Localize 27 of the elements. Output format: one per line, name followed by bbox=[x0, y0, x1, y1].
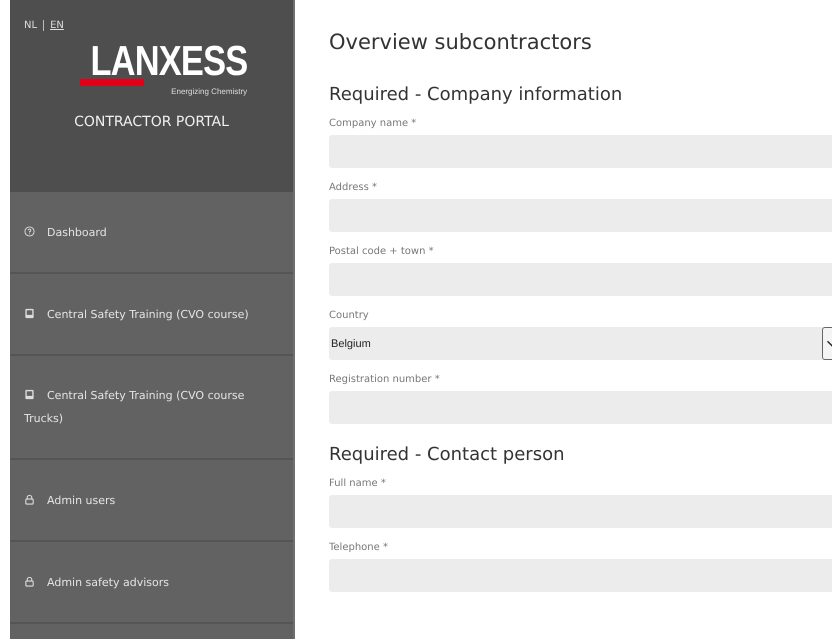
field-label: Address * bbox=[329, 182, 378, 193]
field-label: Telephone * bbox=[329, 542, 389, 553]
lock-icon bbox=[24, 576, 35, 586]
section-heading: Required - Contact person bbox=[329, 444, 566, 465]
field-label: Postal code + town * bbox=[329, 246, 435, 257]
field-label: Company name * bbox=[329, 118, 418, 129]
sidebar-item[interactable]: Dashboard bbox=[10, 192, 293, 274]
field-label: Country bbox=[329, 310, 370, 321]
language-link[interactable]: EN bbox=[50, 20, 64, 31]
portal-title: CONTRACTOR PORTAL bbox=[74, 114, 229, 130]
logo-bar bbox=[80, 79, 144, 86]
country-select[interactable]: Belgium bbox=[329, 327, 832, 360]
section-heading: Required - Company information bbox=[329, 84, 624, 105]
book-icon bbox=[24, 308, 35, 318]
lock-icon bbox=[24, 494, 35, 504]
sidebar-item[interactable]: Central Safety Training (CVO course) bbox=[10, 274, 293, 356]
field-label: Registration number * bbox=[329, 374, 441, 385]
language-link[interactable]: NL bbox=[24, 20, 38, 31]
sidebar-item[interactable]: Admin users bbox=[10, 460, 293, 542]
logo-wordmark: LANXESS bbox=[90, 41, 248, 81]
page-title: Overview subcontractors bbox=[329, 30, 593, 54]
help-icon bbox=[24, 226, 35, 236]
logo-tagline: Energizing Chemistry bbox=[171, 87, 248, 96]
sidebar-item[interactable]: Admin safety advisors bbox=[10, 542, 293, 624]
sidebar-item[interactable]: Central Safety Training (CVO course Trucks) bbox=[10, 356, 293, 460]
field-label: Full name * bbox=[329, 478, 387, 489]
book-icon bbox=[24, 389, 35, 400]
